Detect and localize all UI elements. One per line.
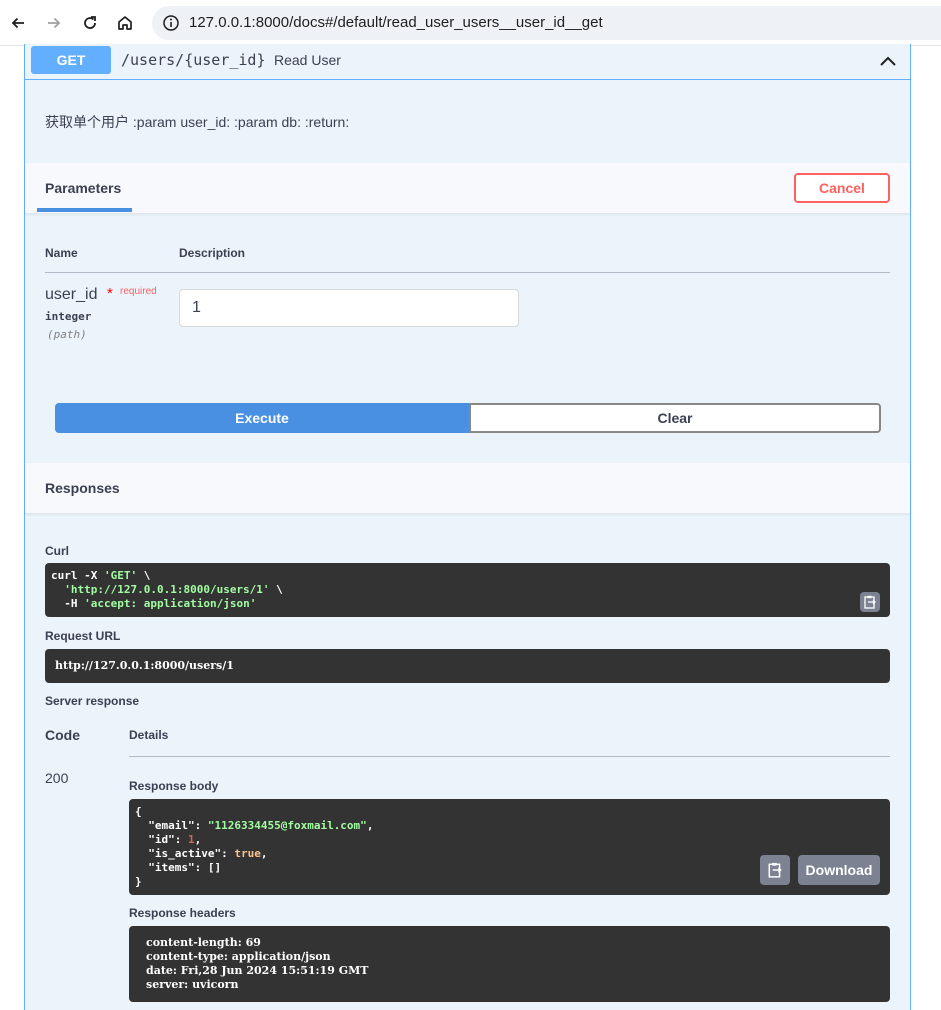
curl-method: 'GET' xyxy=(103,569,138,582)
reload-icon xyxy=(84,16,96,29)
clear-button[interactable]: Clear xyxy=(469,403,881,433)
url-text: 127.0.0.1:8000/docs#/default/read_user_u… xyxy=(189,14,603,31)
required-label: required xyxy=(120,286,157,297)
user-id-input[interactable] xyxy=(179,289,519,327)
chevron-up-icon[interactable] xyxy=(877,50,899,72)
required-star: * xyxy=(107,285,113,302)
header-line: content-length: 69 xyxy=(146,936,261,949)
home-icon xyxy=(118,16,132,30)
arrow-right-icon xyxy=(48,17,61,29)
copy-curl-button[interactable] xyxy=(860,592,880,612)
header-line: date: Fri,28 Jun 2024 15:51:19 GMT xyxy=(146,964,369,977)
address-bar[interactable]: 127.0.0.1:8000/docs#/default/read_user_u… xyxy=(152,6,941,40)
operation-description: 获取单个用户 :param user_id: :param db: :retur… xyxy=(45,114,350,130)
home-button[interactable] xyxy=(111,9,139,37)
request-url-label: Request URL xyxy=(45,629,121,643)
execute-button[interactable]: Execute xyxy=(55,403,469,433)
operation-path: /users/{user_id} xyxy=(121,51,266,69)
json-key: "email": xyxy=(135,819,208,832)
tab-parameters[interactable]: Parameters xyxy=(45,180,121,196)
json-key: "id": xyxy=(135,833,188,846)
curl-header: 'accept: application/json' xyxy=(84,597,257,610)
operation-block: GET /users/{user_id} Read User 获取单个用户 :p… xyxy=(24,44,911,1010)
parameter-type: integer xyxy=(45,310,92,323)
json-key: "is_active": xyxy=(135,847,235,860)
curl-code-block[interactable]: curl -X 'GET' \ 'http://127.0.0.1:8000/u… xyxy=(45,563,890,617)
cancel-button[interactable]: Cancel xyxy=(794,173,890,203)
clipboard-icon xyxy=(864,595,876,609)
copy-body-button[interactable] xyxy=(760,855,790,885)
parameter-location: (path) xyxy=(47,328,87,341)
download-button[interactable]: Download xyxy=(798,855,880,885)
divider xyxy=(45,272,890,273)
json-value: true xyxy=(234,847,261,860)
response-body-label: Response body xyxy=(129,779,219,793)
curl-tail: \ xyxy=(137,569,151,582)
reload-button[interactable] xyxy=(76,9,104,37)
parameters-header: Parameters Cancel xyxy=(25,163,910,214)
forward-button[interactable] xyxy=(40,9,68,37)
operation-summary[interactable]: GET /users/{user_id} Read User xyxy=(25,44,910,80)
operation-summary-text: Read User xyxy=(274,52,341,68)
curl-cmd: curl -X xyxy=(51,569,104,582)
response-headers-block[interactable]: content-length: 69 content-type: applica… xyxy=(129,926,890,1002)
response-headers-label: Response headers xyxy=(129,906,236,920)
request-url-block[interactable]: http://127.0.0.1:8000/users/1 xyxy=(45,649,890,683)
column-header-description: Description xyxy=(179,246,246,260)
curl-url: 'http://127.0.0.1:8000/users/1' xyxy=(64,583,270,596)
json-line: "items": [] xyxy=(135,861,222,874)
json-brace: } xyxy=(135,875,142,888)
curl-label: Curl xyxy=(45,544,69,558)
response-code: 200 xyxy=(45,770,69,786)
header-line: content-type: application/json xyxy=(146,950,331,963)
responses-header: Responses xyxy=(25,463,910,514)
method-badge: GET xyxy=(31,46,111,74)
server-response-label: Server response xyxy=(45,694,140,708)
tab-underline xyxy=(37,208,132,212)
curl-flag: -H xyxy=(51,597,85,610)
responses-title: Responses xyxy=(45,480,120,496)
curl-tail: \ xyxy=(269,583,283,596)
header-line: server: uvicorn xyxy=(146,978,239,991)
column-header-code: Code xyxy=(45,727,80,743)
column-header-details: Details xyxy=(129,728,169,742)
back-button[interactable] xyxy=(4,9,32,37)
json-value: 1 xyxy=(187,833,195,846)
json-brace: { xyxy=(135,805,142,818)
arrow-left-icon xyxy=(11,17,24,29)
divider xyxy=(129,756,890,757)
site-info-icon[interactable] xyxy=(162,14,180,32)
clipboard-icon xyxy=(768,862,782,878)
column-header-name: Name xyxy=(45,246,78,260)
browser-toolbar: 127.0.0.1:8000/docs#/default/read_user_u… xyxy=(0,0,941,46)
parameter-name: user_id xyxy=(45,286,98,303)
json-value: "1126334455@foxmail.com" xyxy=(207,819,367,832)
